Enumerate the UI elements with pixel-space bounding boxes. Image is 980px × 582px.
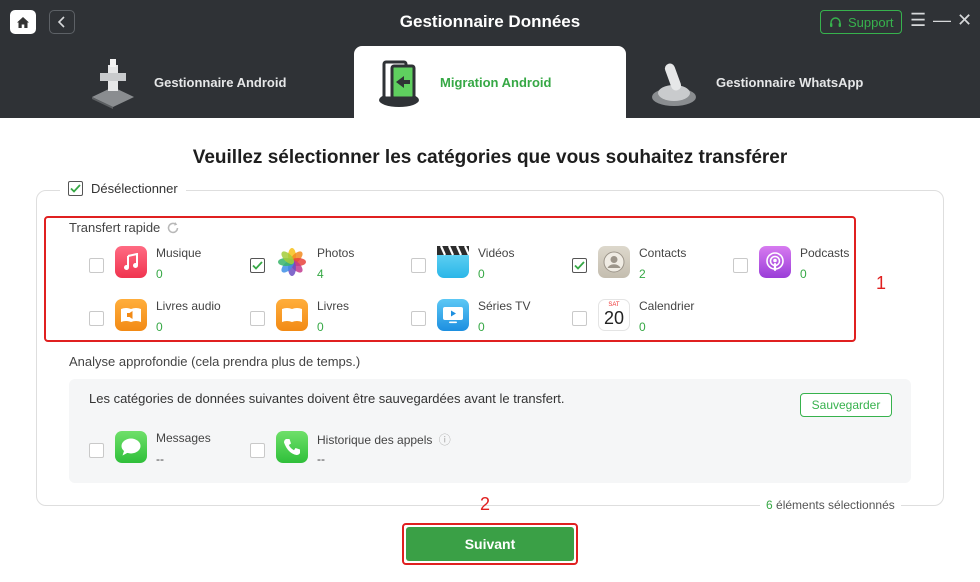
music-icon [115, 246, 147, 278]
photos-checkbox[interactable] [250, 258, 265, 273]
category-count: -- [156, 452, 164, 466]
category-name: Calendrier [639, 299, 695, 313]
category-messages[interactable]: Messages -- [89, 431, 249, 471]
deselect-label: Désélectionner [91, 181, 178, 196]
calendar-icon: SAT 20 [598, 299, 630, 331]
category-name: Historique des appels ⓘ [317, 431, 451, 448]
category-name: Contacts [639, 246, 687, 260]
tv-series-checkbox[interactable] [411, 311, 426, 326]
category-name: Podcasts [800, 246, 850, 260]
podcasts-icon [759, 246, 791, 278]
category-name: Vidéos [478, 246, 515, 260]
audiobooks-checkbox[interactable] [89, 311, 104, 326]
category-audiobooks[interactable]: Livres audio 0 [89, 299, 249, 339]
tab-label: Gestionnaire WhatsApp [716, 74, 864, 90]
category-count: 0 [317, 320, 324, 334]
category-contacts[interactable]: Contacts 2 [572, 246, 732, 286]
selected-count: 6 [766, 498, 773, 512]
page-title: Veuillez sélectionner les catégories que… [192, 147, 788, 168]
contacts-icon [598, 246, 630, 278]
tab-label: Gestionnaire Android [154, 74, 287, 90]
minimize-icon[interactable]: — [933, 9, 951, 31]
android-manager-icon [84, 53, 142, 111]
category-videos[interactable]: Vidéos 0 [411, 246, 571, 286]
selected-count-info: 6 éléments sélectionnés [760, 498, 901, 512]
deselect-all[interactable]: Désélectionner [60, 181, 186, 196]
headset-icon [830, 16, 841, 27]
step-number-2: 2 [480, 494, 491, 514]
calendar-checkbox[interactable] [572, 311, 587, 326]
photos-icon [276, 246, 308, 278]
call-history-text: Historique des appels [317, 433, 433, 447]
support-label: Support [848, 14, 894, 30]
category-name: Livres [317, 299, 350, 313]
category-calendar[interactable]: SAT 20 Calendrier 0 [572, 299, 732, 339]
category-name: Photos [317, 246, 355, 260]
category-count: 2 [639, 267, 646, 281]
category-name: Messages [156, 431, 211, 445]
call-history-checkbox[interactable] [250, 443, 265, 458]
category-count: 0 [156, 320, 163, 334]
step-number-1: 1 [876, 273, 887, 293]
category-podcasts[interactable]: Podcasts 0 [733, 246, 893, 286]
phone-icon [276, 431, 308, 463]
category-name: Musique [156, 246, 202, 260]
category-count: 0 [156, 267, 163, 281]
category-count: 4 [317, 267, 324, 281]
android-migration-icon [370, 53, 428, 111]
category-count: 0 [800, 267, 807, 281]
category-name: Séries TV [478, 299, 531, 313]
deep-analysis-label: Analyse approfondie (cela prendra plus d… [69, 354, 361, 369]
category-photos[interactable]: Photos 4 [250, 246, 410, 286]
category-count: 0 [639, 320, 646, 334]
category-count: 0 [478, 320, 485, 334]
close-icon[interactable]: ✕ [957, 9, 972, 31]
selected-text: éléments sélectionnés [772, 498, 895, 512]
contacts-checkbox[interactable] [572, 258, 587, 273]
whatsapp-manager-icon [646, 53, 704, 111]
videos-checkbox[interactable] [411, 258, 426, 273]
backup-button[interactable]: Sauvegarder [800, 393, 892, 417]
category-tv-series[interactable]: Séries TV 0 [411, 299, 571, 339]
category-call-history[interactable]: Historique des appels ⓘ -- [250, 431, 470, 471]
category-count: 0 [478, 267, 485, 281]
info-icon[interactable]: ⓘ [439, 433, 451, 447]
support-button[interactable]: Support [820, 10, 902, 34]
category-books[interactable]: Livres 0 [250, 299, 410, 339]
audiobooks-icon [115, 299, 147, 331]
calendar-day: 20 [603, 308, 625, 328]
deselect-checkbox[interactable] [68, 181, 83, 196]
deep-analysis-note: Les catégories de données suivantes doiv… [89, 391, 565, 406]
messages-icon [115, 431, 147, 463]
videos-icon [437, 246, 469, 278]
title-bar: Gestionnaire Données Support ☰ — ✕ Gesti… [0, 0, 980, 118]
tab-label: Migration Android [440, 74, 552, 90]
next-button[interactable]: Suivant [406, 527, 574, 561]
books-checkbox[interactable] [250, 311, 265, 326]
podcasts-checkbox[interactable] [733, 258, 748, 273]
music-checkbox[interactable] [89, 258, 104, 273]
category-name: Livres audio [156, 299, 221, 313]
messages-checkbox[interactable] [89, 443, 104, 458]
tab-android-migration[interactable]: Migration Android [354, 46, 626, 118]
menu-icon[interactable]: ☰ [910, 9, 926, 31]
tab-android-manager[interactable]: Gestionnaire Android [84, 46, 286, 118]
tv-icon [437, 299, 469, 331]
tab-whatsapp-manager[interactable]: Gestionnaire WhatsApp [646, 46, 863, 118]
category-count: -- [317, 452, 325, 466]
category-music[interactable]: Musique 0 [89, 246, 249, 286]
books-icon [276, 299, 308, 331]
